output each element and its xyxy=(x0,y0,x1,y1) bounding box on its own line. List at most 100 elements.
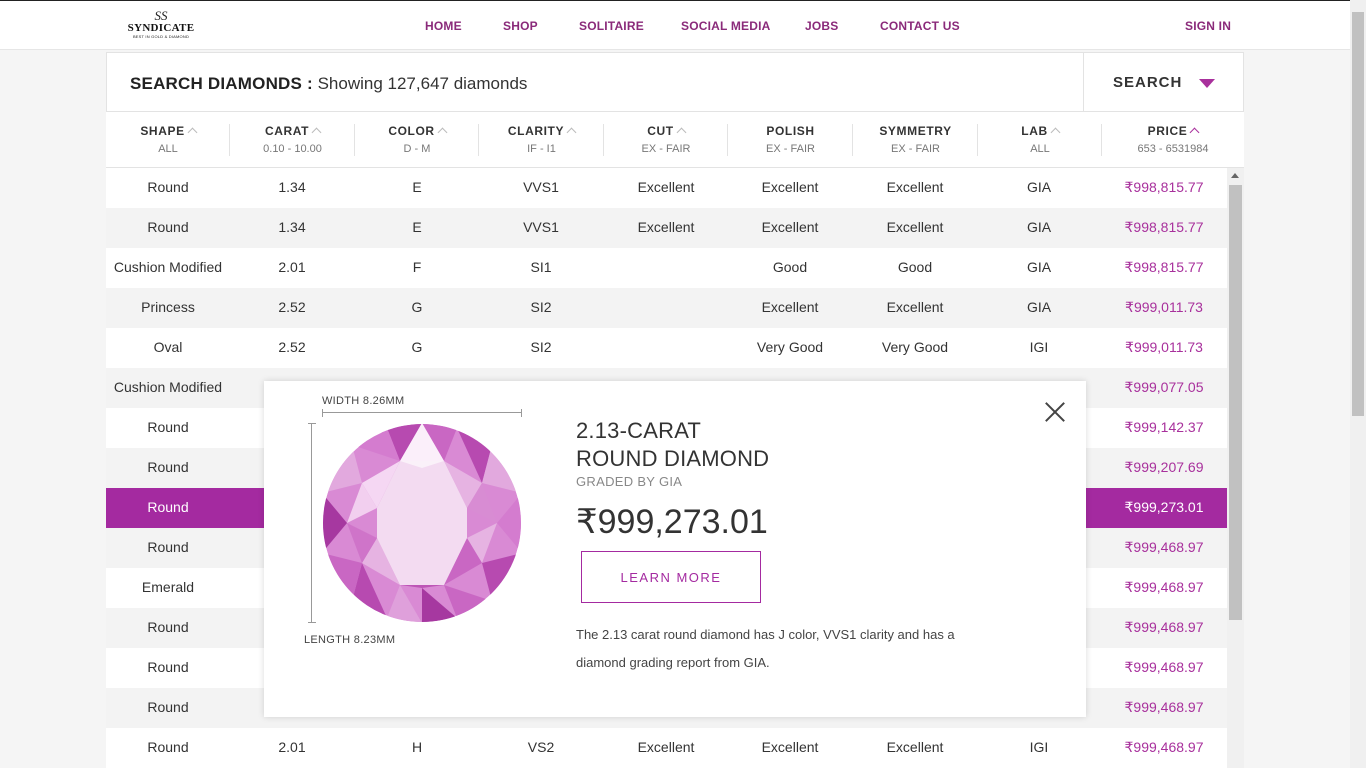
close-icon[interactable] xyxy=(1044,401,1066,423)
sort-arrow-icon[interactable] xyxy=(1050,127,1061,138)
table-row[interactable]: Cushion Modified 2.01 F SI1 Good Good GIA ₹998,… xyxy=(106,248,1227,288)
results-count: Showing 127,647 diamonds xyxy=(317,74,528,93)
cell-carat: 2.52 xyxy=(278,339,306,355)
nav-solitaire[interactable]: SOLITAIRE xyxy=(579,19,644,33)
cell-color: H xyxy=(411,739,423,755)
column-range: ALL xyxy=(1030,143,1050,155)
table-scroll-thumb[interactable] xyxy=(1229,185,1242,620)
sort-arrow-icon[interactable] xyxy=(311,127,322,138)
column-header-carat[interactable]: CARAT 0.10 - 10.00 xyxy=(230,112,355,168)
search-button[interactable]: SEARCH xyxy=(1083,52,1245,112)
cell-shape: Emerald xyxy=(141,579,195,595)
column-name-text: CUT xyxy=(647,124,674,138)
cell-lab: GIA xyxy=(1026,219,1052,235)
sort-arrow-icon[interactable] xyxy=(566,127,577,138)
cell-polish: Excellent xyxy=(761,299,819,315)
cell-clarity: VVS1 xyxy=(523,179,559,195)
column-name-text: LAB xyxy=(1021,124,1048,138)
cell-clarity: VVS1 xyxy=(523,219,559,235)
learn-more-button[interactable]: LEARN MORE xyxy=(581,551,761,603)
sort-arrow-icon[interactable] xyxy=(437,127,448,138)
cell-polish: Good xyxy=(772,259,808,275)
nav-social-media[interactable]: SOCIAL MEDIA xyxy=(681,19,771,33)
column-name-text: SHAPE xyxy=(140,124,185,138)
table-row[interactable]: Round 1.34 E VVS1 Excellent Excellent Excellen… xyxy=(106,168,1227,208)
length-dimension-line xyxy=(308,423,316,623)
cell-polish: Excellent xyxy=(761,179,819,195)
cell-symmetry: Good xyxy=(897,259,933,275)
table-row[interactable]: Round 2.01 H VS2 Excellent Excellent Excellent… xyxy=(106,728,1227,768)
page-scroll-thumb[interactable] xyxy=(1352,12,1364,416)
cell-lab: IGI xyxy=(1029,339,1049,355)
cell-cut: Excellent xyxy=(637,739,695,755)
column-header-symmetry[interactable]: SYMMETRY EX - FAIR xyxy=(853,112,978,168)
cell-price: ₹999,207.69 xyxy=(1124,459,1204,475)
column-range: D - M xyxy=(403,143,431,155)
cell-lab: GIA xyxy=(1026,179,1052,195)
column-header-shape[interactable]: SHAPE ALL xyxy=(106,112,230,168)
cell-symmetry: Excellent xyxy=(886,739,944,755)
search-button-label: SEARCH xyxy=(1113,74,1183,91)
cell-cut: Excellent xyxy=(637,179,695,195)
nav-contact-us[interactable]: CONTACT US xyxy=(880,19,960,33)
column-header-cut[interactable]: CUT EX - FAIR xyxy=(604,112,728,168)
cell-shape: Round xyxy=(147,419,189,435)
cell-price: ₹999,077.05 xyxy=(1124,379,1204,395)
column-header-clarity[interactable]: CLARITY IF - I1 xyxy=(479,112,604,168)
table-scrollbar[interactable] xyxy=(1227,168,1244,768)
column-name-text: COLOR xyxy=(388,124,435,138)
cell-price: ₹999,468.97 xyxy=(1124,659,1204,675)
cell-polish: Very Good xyxy=(756,339,824,355)
nav-jobs[interactable]: JOBS xyxy=(805,19,838,33)
cell-shape: Round xyxy=(147,659,189,675)
cell-shape: Round xyxy=(147,699,189,715)
cell-shape: Round xyxy=(147,459,189,475)
main-nav: HOME SHOP SOLITAIRE SOCIAL MEDIA JOBS CO… xyxy=(0,1,1350,51)
round-diamond-icon xyxy=(323,424,521,622)
cell-symmetry: Excellent xyxy=(886,299,944,315)
cell-shape: Round xyxy=(147,219,189,235)
column-header-price[interactable]: PRICE 653 - 6531984 xyxy=(1102,112,1244,168)
column-headers: SHAPE ALL CARAT 0.10 - 10.00 COLOR D - M CLARI… xyxy=(106,112,1244,168)
page-scrollbar[interactable] xyxy=(1350,0,1366,768)
cell-lab: GIA xyxy=(1026,259,1052,275)
table-row[interactable]: Princess 2.52 G SI2 Excellent Excellent GIA ₹99… xyxy=(106,288,1227,328)
cell-polish: Excellent xyxy=(761,219,819,235)
column-name-text: CARAT xyxy=(264,124,310,138)
cell-color: G xyxy=(411,299,423,315)
sort-arrow-icon[interactable] xyxy=(676,127,687,138)
column-name-text: SYMMETRY xyxy=(879,124,952,138)
cell-price: ₹999,468.97 xyxy=(1124,619,1204,635)
sign-in-link[interactable]: SIGN IN xyxy=(1185,19,1231,33)
sort-arrow-icon[interactable] xyxy=(187,127,198,138)
column-header-polish[interactable]: POLISH EX - FAIR xyxy=(728,112,853,168)
nav-shop[interactable]: SHOP xyxy=(503,19,538,33)
modal-title-carat: 2.13-CARAT xyxy=(576,418,702,443)
cell-color: F xyxy=(412,259,422,275)
cell-carat: 2.52 xyxy=(278,299,306,315)
search-title: SEARCH DIAMONDS : Showing 127,647 diamon… xyxy=(130,74,527,94)
cell-shape: Oval xyxy=(153,339,183,355)
sort-arrow-icon[interactable] xyxy=(1189,127,1200,138)
cell-cut: Excellent xyxy=(637,219,695,235)
width-dimension-line xyxy=(322,409,522,417)
cell-shape: Round xyxy=(147,619,189,635)
table-row[interactable]: Oval 2.52 G SI2 Very Good Very Good IGI ₹999,01… xyxy=(106,328,1227,368)
column-range: EX - FAIR xyxy=(641,143,691,155)
nav-home[interactable]: HOME xyxy=(425,19,462,33)
column-header-color[interactable]: COLOR D - M xyxy=(355,112,479,168)
search-bar: SEARCH DIAMONDS : Showing 127,647 diamon… xyxy=(106,52,1244,112)
column-name-text: CLARITY xyxy=(507,124,565,138)
modal-description: The 2.13 carat round diamond has J color… xyxy=(576,627,955,670)
column-name: COLOR xyxy=(355,124,479,138)
scroll-up-icon[interactable] xyxy=(1231,173,1239,178)
diamond-detail-modal: WIDTH 8.26MM LENGTH 8.23MM 2.13-CARAT RO… xyxy=(264,381,1086,717)
cell-color: E xyxy=(412,219,422,235)
cell-shape: Cushion Modified xyxy=(113,259,223,275)
table-row[interactable]: Round 1.34 E VVS1 Excellent Excellent Excellen… xyxy=(106,208,1227,248)
column-name: SYMMETRY xyxy=(853,124,978,138)
column-header-lab[interactable]: LAB ALL xyxy=(978,112,1102,168)
cell-price: ₹998,815.77 xyxy=(1124,259,1204,275)
cell-clarity: SI1 xyxy=(530,259,552,275)
column-name: PRICE xyxy=(1102,124,1244,138)
